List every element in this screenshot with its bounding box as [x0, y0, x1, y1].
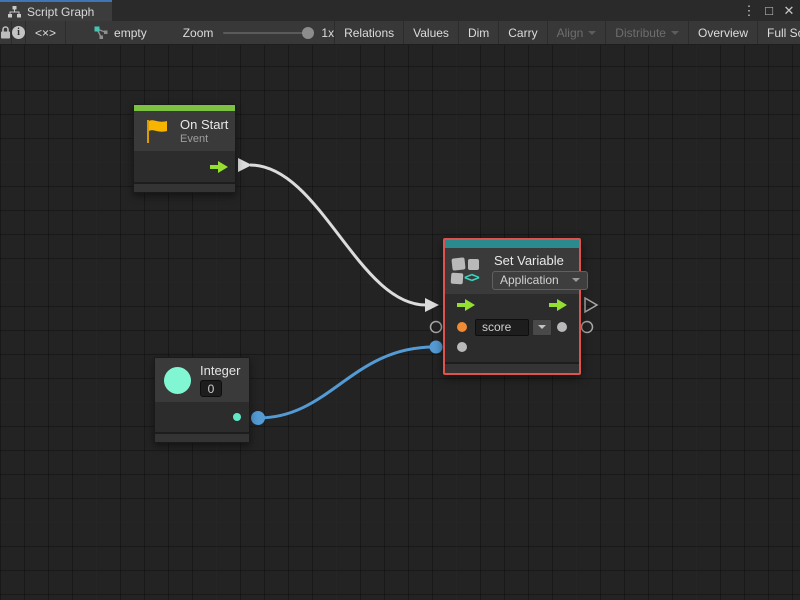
titlebar: Script Graph ⋮ □ ✕ [0, 0, 800, 21]
chevron-down-icon [572, 278, 580, 282]
zoom-slider-handle[interactable] [302, 27, 314, 39]
code-icon: <×> [35, 26, 56, 40]
on-start-flow-out-port[interactable] [238, 158, 252, 172]
full-screen-button[interactable]: Full Screen [758, 21, 800, 44]
lock-button[interactable] [0, 21, 12, 44]
chevron-down-icon [671, 31, 679, 35]
info-button[interactable]: i [12, 21, 26, 44]
node-set-variable[interactable]: <> Set Variable Application scor [443, 238, 581, 375]
set-variable-ports: score [445, 294, 579, 362]
flow-out-arrow-icon[interactable] [210, 161, 228, 173]
set-variable-footer [445, 362, 579, 373]
graph-pointer-indicator: empty [94, 26, 147, 40]
on-start-ports [134, 151, 235, 182]
maximize-icon[interactable]: □ [762, 3, 776, 18]
node-on-start[interactable]: On Start Event [133, 104, 236, 193]
set-variable-value-out-free-port[interactable] [582, 322, 593, 333]
on-start-footer [134, 182, 235, 192]
distribute-label: Distribute [615, 26, 666, 40]
values-button[interactable]: Values [404, 21, 459, 44]
integer-value-out-port[interactable] [251, 411, 265, 425]
node-accent-stripe [445, 240, 579, 248]
wire-value-integer-to-setvariable[interactable] [258, 347, 434, 418]
chevron-down-icon [538, 325, 546, 329]
flow-out-arrow-icon[interactable] [549, 299, 567, 311]
distribute-dropdown-button[interactable]: Distribute [606, 21, 689, 44]
graph-icon [8, 6, 21, 18]
window-controls: ⋮ □ ✕ [742, 0, 796, 21]
relations-button[interactable]: Relations [334, 21, 404, 44]
variable-name-field[interactable]: score [475, 319, 529, 336]
align-label: Align [557, 26, 584, 40]
variable-name-port-icon[interactable] [457, 322, 467, 332]
variable-icon: <> [451, 256, 485, 286]
node-title: On Start [180, 117, 228, 132]
close-icon[interactable]: ✕ [782, 3, 796, 19]
tab-title: Script Graph [27, 5, 94, 19]
align-dropdown-button[interactable]: Align [548, 21, 607, 44]
set-variable-flow-out-free-port[interactable] [585, 298, 597, 312]
node-title: Integer [200, 363, 240, 378]
dim-button[interactable]: Dim [459, 21, 499, 44]
value-in-port-icon[interactable] [457, 342, 467, 352]
relations-label: Relations [344, 26, 394, 40]
integer-header: Integer 0 [155, 358, 249, 402]
carry-button[interactable]: Carry [499, 21, 547, 44]
flow-in-arrow-icon[interactable] [457, 299, 475, 311]
chevron-down-icon [588, 31, 596, 35]
set-variable-flow-in-port[interactable] [425, 298, 439, 312]
scope-label: Application [500, 273, 559, 287]
lock-icon [0, 26, 11, 39]
node-title: Set Variable [494, 253, 564, 268]
node-integer[interactable]: Integer 0 [154, 357, 250, 443]
set-variable-value-in-port[interactable] [430, 341, 443, 354]
graph-indicator-label: empty [114, 26, 147, 40]
integer-ports [155, 402, 249, 432]
integer-type-icon [164, 367, 191, 394]
full-screen-label: Full Screen [767, 26, 800, 40]
overview-label: Overview [698, 26, 748, 40]
values-label: Values [413, 26, 449, 40]
graph-pointer-icon [94, 26, 108, 39]
code-view-button[interactable]: <×> [26, 21, 66, 44]
zoom-label: Zoom [183, 26, 214, 40]
zoom-slider[interactable] [223, 32, 313, 34]
zoom-control: Zoom 1x [183, 26, 334, 40]
info-icon: i [12, 26, 25, 39]
graph-canvas[interactable]: On Start Event <> Set Variable Applicati… [0, 45, 800, 600]
dim-label: Dim [468, 26, 489, 40]
wire-flow-onstart-to-setvariable[interactable] [250, 165, 426, 305]
node-subtitle: Event [180, 133, 228, 145]
tab-script-graph[interactable]: Script Graph [0, 0, 112, 21]
integer-output-port-icon[interactable] [233, 413, 241, 421]
carry-label: Carry [508, 26, 537, 40]
integer-value-field[interactable]: 0 [200, 380, 222, 397]
window-menu-icon[interactable]: ⋮ [742, 3, 756, 19]
on-start-header: On Start Event [134, 111, 235, 151]
zoom-value: 1x [321, 26, 334, 40]
variable-name-dropdown-button[interactable] [532, 319, 552, 336]
variable-scope-dropdown[interactable]: Application [492, 271, 588, 290]
connection-layer [0, 45, 800, 600]
overview-button[interactable]: Overview [689, 21, 758, 44]
graph-toolbar: i <×> empty Zoom 1x Relations Values Dim… [0, 21, 800, 45]
integer-footer [155, 432, 249, 442]
flag-icon [144, 118, 170, 144]
set-variable-name-in-free-port[interactable] [431, 322, 442, 333]
set-variable-header: <> Set Variable Application [445, 248, 579, 294]
value-out-port-icon[interactable] [557, 322, 567, 332]
